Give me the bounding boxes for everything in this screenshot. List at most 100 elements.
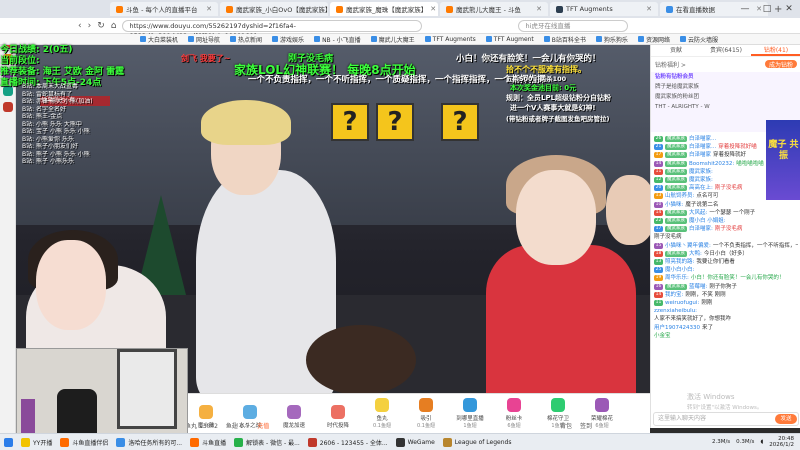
browser-tab[interactable]: 魔武熊儿大魔王 - 斗鱼 ✕ — [440, 2, 548, 16]
chat-username[interactable]: zzenxiaheibulu: — [654, 307, 697, 315]
tab-contribution[interactable]: 贡献 — [651, 45, 701, 56]
chat-username[interactable]: 白泽喵家 — [689, 151, 711, 159]
fan-club-badge: 魔武家族 — [665, 136, 687, 142]
system-tray: 2.3M/s 0.3M/s ◖ 20:48 2026/1/2 — [712, 436, 800, 449]
chat-username[interactable]: 我的宝: — [665, 291, 683, 299]
browser-tab[interactable]: 魔武家族_小白OvO【魔武家族】✕ — [220, 2, 328, 16]
user-level-badge: 14 — [654, 160, 663, 167]
gift-item[interactable]: 魔龙加速 — [279, 405, 309, 429]
taskbar-app-label: 洛哈任务所有的可... — [128, 439, 183, 447]
gift-item[interactable]: 到哪里直播 1鱼翅 — [455, 398, 485, 429]
home-icon[interactable]: ⌂ — [111, 21, 117, 31]
chat-username[interactable]: 白泽喵家... — [689, 143, 716, 151]
chat-username[interactable]: 山航饲养员: — [665, 192, 694, 200]
chat-username[interactable]: 大风起: — [689, 209, 707, 217]
start-button[interactable] — [0, 436, 17, 449]
taskbar: YY开播 斗鱼直播伴侣 洛哈任务所有的可... 斗鱼直播 解锁表 - 微信 - 最...… — [0, 433, 800, 450]
user-level-badge: 22 — [654, 218, 663, 225]
douyu-favicon-icon — [446, 5, 453, 13]
taskbar-app[interactable]: 斗鱼直播伴侣 — [56, 436, 112, 449]
chat-message: 26 魔武家族 白泽喵家... — [654, 135, 798, 143]
browser-tab[interactable]: TFT Augments ✕ — [550, 2, 658, 16]
taskbar-app[interactable]: League of Legends — [439, 436, 516, 449]
fan-benefits-link[interactable]: 钻粉福利 > — [655, 60, 686, 69]
bookmark[interactable]: 狗乐狗乐 — [595, 35, 628, 44]
chat-username[interactable]: 蓝莓喵: — [689, 283, 707, 291]
taskbar-app[interactable]: YY开播 — [17, 436, 56, 449]
taskbar-app[interactable]: 解锁表 - 微信 - 最... — [230, 436, 304, 449]
fish-ball-icon — [375, 398, 389, 412]
bookmark[interactable]: TFT Augments — [424, 36, 476, 43]
chat-username[interactable]: 白泽喵家: — [689, 225, 713, 233]
clock[interactable]: 20:48 2026/1/2 — [769, 436, 794, 449]
fan-row[interactable]: 牌子是给魔武家族 — [651, 82, 800, 92]
bookmark[interactable]: 热点新闻 — [230, 35, 262, 44]
chat-username[interactable]: 高高在上: — [689, 184, 713, 192]
tab-diamond-fans[interactable]: 钻粉(41) — [751, 45, 800, 56]
chat-username[interactable]: 小猫咪: — [665, 201, 683, 209]
chat-username[interactable]: Boomshit20232: — [689, 160, 734, 168]
gift-item[interactable]: 鱼丸 0.1鱼翅 — [367, 398, 397, 429]
chat-text: 小白！你还有脸笑！一会儿有你哭的！ — [690, 275, 785, 282]
close-icon[interactable]: ✕ — [536, 5, 542, 13]
chat-username[interactable]: 大鸭: — [689, 250, 702, 258]
chat-message: 18 魔武家族 大鸭: 今日小白（好多） — [654, 250, 798, 258]
search-input[interactable]: hi虎牙在线直播 — [518, 19, 629, 32]
chat-username[interactable]: 用户1907424330 — [654, 324, 700, 332]
volume-icon[interactable]: ◖ — [760, 439, 763, 445]
chat-username[interactable]: 魔小白 小娟姐: — [689, 217, 726, 225]
gift-item[interactable]: 粉丝卡 6鱼翅 — [499, 398, 529, 429]
chat-message: 12 魔武家族 魔武家族: — [654, 176, 798, 184]
browser-tab-active[interactable]: 魔武家族_魔珠【魔武家族】 ✕ — [330, 2, 438, 16]
overlay-subtitle: 一个不负责指挥，一个不听指挥，一个质疑指挥，一个指挥指挥，一个指挥指挥 — [248, 75, 546, 85]
stat-line: 今日战绩: 2(0五) — [0, 45, 73, 55]
chat-username[interactable]: 白泽喵家... — [689, 135, 716, 143]
forward-icon[interactable]: › — [88, 21, 92, 31]
chat-username[interactable]: 照亮我的路: — [665, 258, 694, 266]
backpack-button[interactable]: 背包 — [560, 421, 572, 430]
chat-username[interactable]: 魔武家族: — [689, 168, 713, 176]
refresh-icon[interactable]: ↻ — [97, 21, 105, 31]
taskbar-app[interactable]: 洛哈任务所有的可... — [112, 436, 186, 449]
streamer-left-face — [36, 240, 106, 330]
close-icon[interactable]: ✕ — [206, 5, 212, 13]
bookmark[interactable]: NB - 小飞直播 — [314, 35, 361, 44]
browser-tab[interactable]: 斗鱼 - 每个人的直播平台 ✕ — [110, 2, 218, 16]
bookmark-label: 云防火墙服 — [687, 36, 718, 44]
bookmark[interactable]: 资源网络 — [637, 35, 670, 44]
taskbar-app[interactable]: 斗鱼直播 — [186, 436, 230, 449]
fan-row[interactable]: 魔武家族的粉丝团 — [651, 92, 800, 102]
taskbar-app[interactable]: 2606 - 123455 - 全体... — [304, 436, 392, 449]
bookmark[interactable]: TFT Augment — [485, 36, 534, 43]
back-icon[interactable]: ‹ — [78, 21, 82, 31]
gamepad-icon[interactable] — [2, 102, 13, 112]
close-icon[interactable]: ✕ — [646, 5, 652, 13]
send-button[interactable]: 发送 — [775, 414, 797, 424]
url-input[interactable]: https://www.douyu.com/55262197dyshid=2f1… — [122, 19, 423, 40]
bookmark[interactable]: B站百科全书 — [543, 35, 586, 44]
gift-item[interactable]: 时代投降 — [323, 405, 353, 429]
bookmark[interactable]: 魔武儿大魔王 — [370, 35, 415, 44]
chat-username[interactable]: 小猫咪丶翼年偏爱: — [665, 242, 711, 250]
chat-username[interactable]: weiruofugui: — [665, 299, 699, 307]
taskbar-app[interactable]: WeGame — [392, 436, 439, 449]
gift-item[interactable]: 吸引 0.1鱼翅 — [411, 398, 441, 429]
bookmark[interactable]: 游戏娱乐 — [272, 35, 304, 44]
bookmark[interactable]: 云防火墙服 — [679, 35, 718, 44]
maximize-button[interactable]: □ — [756, 0, 778, 18]
bookmark[interactable]: 大白菜装机 — [140, 35, 178, 44]
become-fan-button[interactable]: 成为钻粉 — [764, 60, 797, 69]
chat-username[interactable]: 魔小白小白: — [665, 266, 694, 274]
chat-username[interactable]: 周华乐乐: — [665, 274, 689, 282]
fan-row[interactable]: THT - ALRIGHTY - W — [651, 102, 800, 112]
recharge-link[interactable]: 充值 — [257, 423, 269, 430]
bookmark[interactable]: 网址导航 — [188, 35, 220, 44]
tab-vip[interactable]: 贵宾(6415) — [701, 45, 751, 56]
chat-username[interactable]: 魔武家族: — [689, 176, 713, 184]
stat-line: 推荐装备: 海王 艾欧 金阿 雷霆 — [0, 67, 125, 77]
minimize-button[interactable]: — — [734, 0, 756, 18]
ticker-line: B站: 赤锋 熊大 小熊(加油) — [22, 98, 93, 105]
close-icon[interactable]: ✕ — [430, 5, 436, 13]
sign-in-button[interactable]: 签到 — [580, 421, 592, 430]
close-window-button[interactable]: ✕ — [778, 0, 800, 18]
